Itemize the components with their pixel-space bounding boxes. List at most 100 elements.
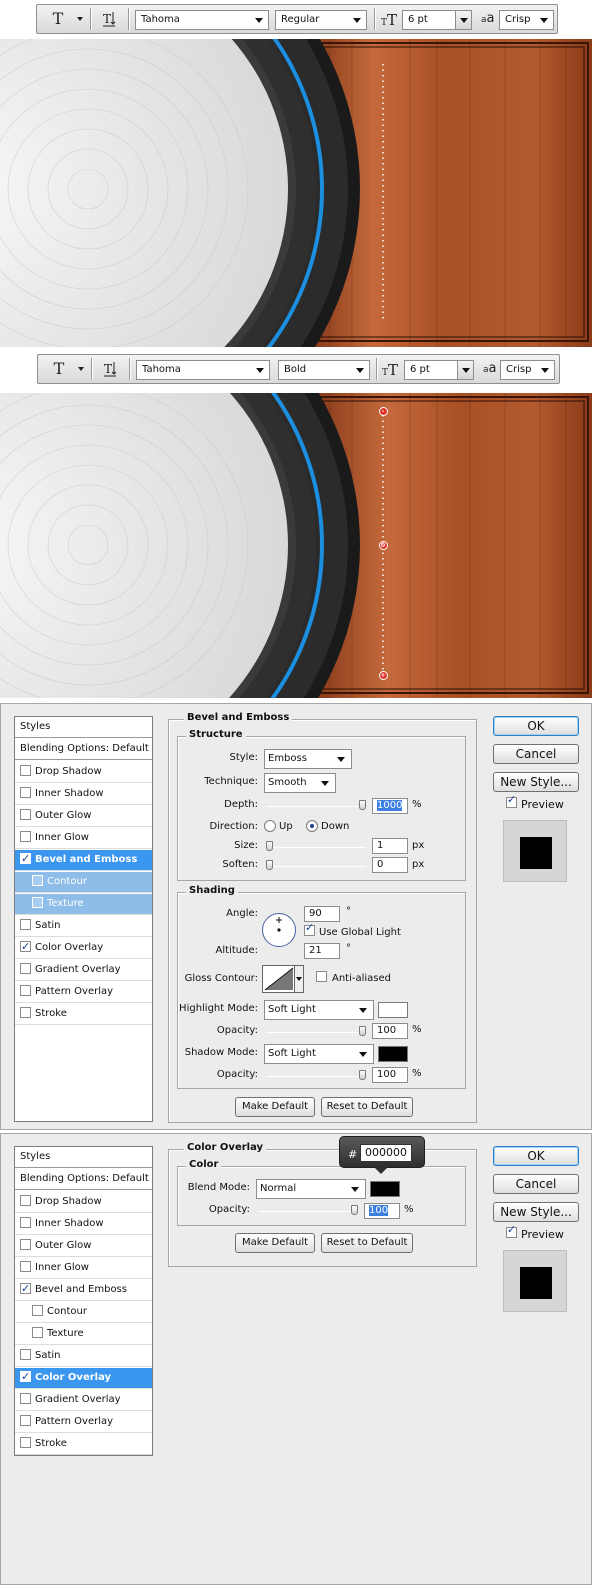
- checkbox[interactable]: [20, 1367, 31, 1387]
- style-item-stroke[interactable]: Stroke: [15, 1434, 152, 1455]
- depth-input[interactable]: 1000: [372, 798, 408, 814]
- highlight-mode-select[interactable]: Soft Light: [264, 1000, 374, 1020]
- checkbox[interactable]: [20, 937, 31, 957]
- checkbox[interactable]: [20, 849, 31, 869]
- style-item-gradient-overlay[interactable]: Gradient Overlay: [15, 1390, 152, 1411]
- new-style-button[interactable]: New Style...: [493, 772, 579, 792]
- checkbox[interactable]: [20, 1392, 31, 1404]
- technique-select[interactable]: Smooth: [264, 773, 336, 793]
- gloss-contour-picker[interactable]: [262, 965, 304, 993]
- slider-thumb[interactable]: [266, 841, 273, 851]
- preview-checkbox[interactable]: [506, 793, 517, 808]
- slider-thumb[interactable]: [359, 800, 366, 810]
- style-item-drop-shadow[interactable]: Drop Shadow: [15, 1192, 152, 1213]
- gloss-contour-dropdown-button[interactable]: [294, 966, 303, 992]
- tool-preset-caret-icon[interactable]: [78, 367, 84, 371]
- style-item-pattern-overlay[interactable]: Pattern Overlay: [15, 1412, 152, 1433]
- shadow-opacity-slider[interactable]: [266, 1070, 366, 1080]
- checkbox[interactable]: [20, 830, 31, 842]
- hex-input[interactable]: 000000: [360, 1144, 412, 1162]
- checkbox[interactable]: [20, 1260, 31, 1272]
- style-item-contour[interactable]: Contour: [15, 1302, 152, 1323]
- highlight-color-swatch[interactable]: [378, 1002, 408, 1018]
- shadow-mode-select[interactable]: Soft Light: [264, 1044, 374, 1064]
- style-item-inner-glow[interactable]: Inner Glow: [15, 828, 152, 849]
- preview-checkbox[interactable]: [506, 1223, 517, 1238]
- checkbox[interactable]: [20, 1006, 31, 1018]
- style-item-color-overlay[interactable]: Color Overlay: [15, 1367, 152, 1389]
- antialias-select[interactable]: Crisp: [500, 360, 555, 380]
- style-item-satin[interactable]: Satin: [15, 1346, 152, 1367]
- slider-thumb[interactable]: [359, 1026, 366, 1036]
- global-light-checkbox[interactable]: [304, 921, 315, 936]
- style-item-bevel-emboss[interactable]: Bevel and Emboss: [15, 849, 152, 871]
- checkbox[interactable]: [20, 1348, 31, 1360]
- checkbox[interactable]: [20, 1414, 31, 1426]
- font-size-select[interactable]: 6 pt: [404, 360, 474, 380]
- style-item-contour[interactable]: Contour: [15, 872, 152, 893]
- checkbox[interactable]: [20, 1216, 31, 1228]
- checkbox[interactable]: [20, 1238, 31, 1250]
- shadow-color-swatch[interactable]: [378, 1046, 408, 1062]
- direction-down-radio[interactable]: [306, 820, 318, 832]
- checkbox[interactable]: [20, 962, 31, 974]
- angle-input[interactable]: 90: [304, 906, 340, 922]
- font-style-select[interactable]: Bold: [278, 360, 370, 380]
- ok-button[interactable]: OK: [493, 1146, 579, 1166]
- checkbox[interactable]: [20, 808, 31, 820]
- soften-input[interactable]: 0: [372, 857, 408, 873]
- style-item-satin[interactable]: Satin: [15, 916, 152, 937]
- checkbox[interactable]: [20, 918, 31, 930]
- blend-mode-select[interactable]: Normal: [256, 1179, 366, 1199]
- style-item-inner-glow[interactable]: Inner Glow: [15, 1258, 152, 1279]
- checkbox[interactable]: [32, 1304, 43, 1316]
- font-family-select[interactable]: Tahoma: [136, 360, 270, 380]
- style-item-texture[interactable]: Texture: [15, 1324, 152, 1345]
- slider-thumb[interactable]: [266, 860, 273, 870]
- slider-thumb[interactable]: [351, 1205, 358, 1215]
- checkbox[interactable]: [20, 1194, 31, 1206]
- font-style-select[interactable]: Regular: [275, 10, 367, 30]
- make-default-button[interactable]: Make Default: [235, 1233, 315, 1253]
- checkbox[interactable]: [32, 874, 43, 886]
- blending-options-item[interactable]: Blending Options: Default: [15, 1169, 152, 1190]
- checkbox[interactable]: [20, 764, 31, 776]
- style-item-bevel-emboss[interactable]: Bevel and Emboss: [15, 1279, 152, 1301]
- cancel-button[interactable]: Cancel: [493, 744, 579, 764]
- styles-header[interactable]: Styles: [15, 717, 152, 738]
- checkbox[interactable]: [20, 1436, 31, 1448]
- blending-options-item[interactable]: Blending Options: Default: [15, 739, 152, 760]
- shadow-opacity-input[interactable]: 100: [372, 1067, 408, 1083]
- cancel-button[interactable]: Cancel: [493, 1174, 579, 1194]
- toggle-orientation-icon[interactable]: T: [99, 9, 121, 29]
- font-size-select[interactable]: 6 pt: [402, 10, 472, 30]
- checkbox[interactable]: [20, 1279, 31, 1299]
- soften-slider[interactable]: [266, 860, 366, 870]
- depth-slider[interactable]: [266, 800, 366, 810]
- antialias-select[interactable]: Crisp: [499, 10, 554, 30]
- style-item-pattern-overlay[interactable]: Pattern Overlay: [15, 982, 152, 1003]
- styles-header[interactable]: Styles: [15, 1147, 152, 1168]
- highlight-opacity-input[interactable]: 100: [372, 1023, 408, 1039]
- checkbox[interactable]: [32, 896, 43, 908]
- style-item-outer-glow[interactable]: Outer Glow: [15, 806, 152, 827]
- style-item-stroke[interactable]: Stroke: [15, 1004, 152, 1025]
- type-tool-icon[interactable]: T: [51, 359, 67, 379]
- make-default-button[interactable]: Make Default: [235, 1097, 315, 1117]
- checkbox[interactable]: [32, 1326, 43, 1338]
- style-item-inner-shadow[interactable]: Inner Shadow: [15, 784, 152, 805]
- checkbox[interactable]: [20, 984, 31, 996]
- style-item-texture[interactable]: Texture: [15, 894, 152, 915]
- font-family-select[interactable]: Tahoma: [135, 10, 269, 30]
- style-item-color-overlay[interactable]: Color Overlay: [15, 937, 152, 959]
- reset-to-default-button[interactable]: Reset to Default: [321, 1233, 413, 1253]
- ok-button[interactable]: OK: [493, 716, 579, 736]
- size-input[interactable]: 1: [372, 838, 408, 854]
- style-select[interactable]: Emboss: [264, 749, 352, 769]
- overlay-opacity-slider[interactable]: [258, 1205, 358, 1215]
- style-item-outer-glow[interactable]: Outer Glow: [15, 1236, 152, 1257]
- overlay-color-swatch[interactable]: [370, 1181, 400, 1197]
- style-item-gradient-overlay[interactable]: Gradient Overlay: [15, 960, 152, 981]
- tool-preset-caret-icon[interactable]: [77, 17, 83, 21]
- direction-up-radio[interactable]: [264, 820, 276, 832]
